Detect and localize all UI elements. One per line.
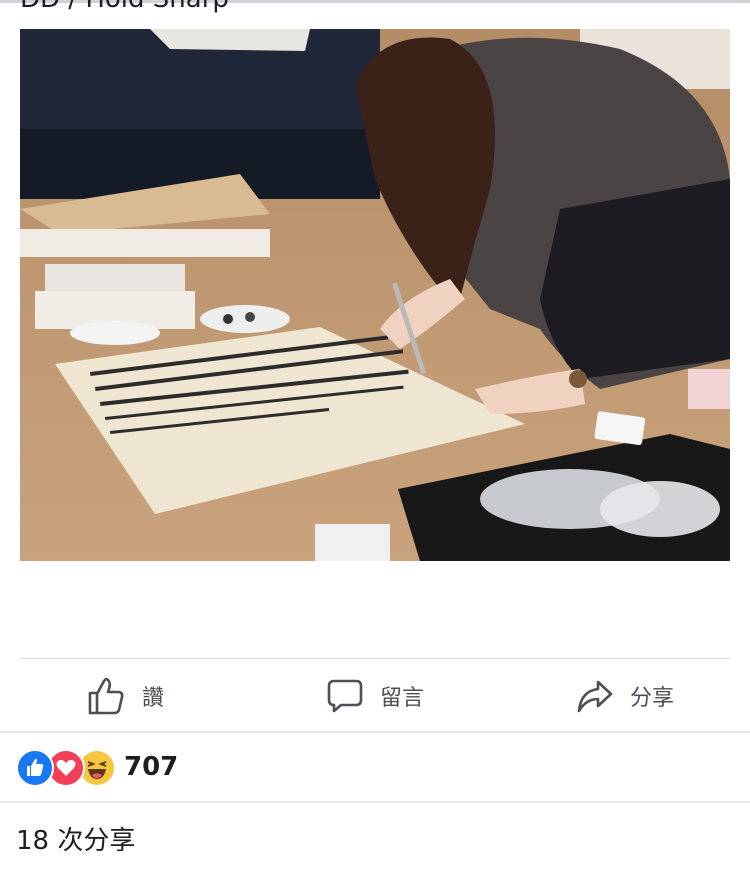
reaction-summary[interactable]: 707: [16, 748, 179, 787]
shares-divider: [0, 801, 750, 803]
comment-button[interactable]: 留言: [250, 677, 500, 715]
share-label: 分享: [629, 686, 674, 711]
post-photo[interactable]: [20, 29, 730, 561]
reaction-icons: [16, 748, 116, 787]
action-bar: 讚 留言 分享: [0, 662, 750, 730]
action-top-divider: [20, 658, 730, 659]
like-icon: [16, 749, 54, 787]
photo-illustration: [20, 29, 730, 561]
reaction-count: 707: [124, 752, 179, 782]
post-caption: DD / Hold Sharp: [20, 0, 229, 14]
like-button[interactable]: 讚: [0, 676, 250, 716]
share-arrow-icon: [576, 677, 614, 715]
share-count[interactable]: 18 次分享: [16, 820, 135, 857]
thumbs-up-icon: [86, 676, 126, 716]
like-label: 讚: [141, 686, 164, 711]
action-bottom-divider: [0, 731, 750, 733]
share-button[interactable]: 分享: [500, 677, 750, 715]
comment-label: 留言: [379, 686, 424, 711]
comment-bubble-icon: [326, 677, 364, 715]
